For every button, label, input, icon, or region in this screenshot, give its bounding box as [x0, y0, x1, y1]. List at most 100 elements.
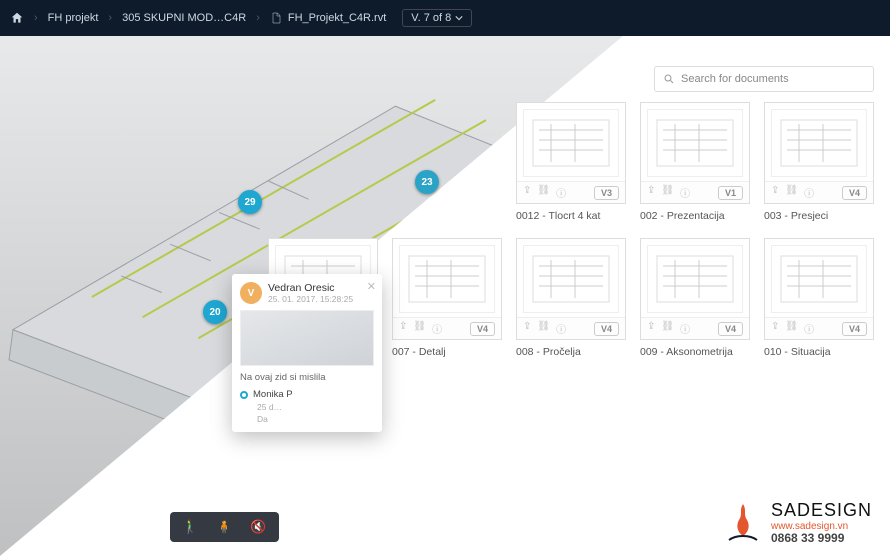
sound-off-icon[interactable]: 🔇 — [250, 519, 266, 535]
version-badge[interactable]: V4 — [470, 322, 495, 336]
thumbnail-preview — [523, 109, 619, 177]
chevron-right-icon: › — [108, 12, 112, 24]
version-selector[interactable]: V. 7 of 8 — [402, 9, 472, 27]
reply-indicator-icon — [240, 391, 248, 399]
comment-author: Vedran Oresic — [268, 282, 353, 294]
document-card[interactable]: ⇪ ⛓ ⓘ V4 008 - Pročelja — [516, 238, 626, 358]
home-icon[interactable] — [10, 11, 24, 25]
document-thumbnail[interactable]: ⇪ ⛓ ⓘ V4 — [392, 238, 502, 340]
reply-text: Da — [257, 414, 268, 424]
document-card[interactable]: ⇪ ⛓ ⓘ V4 007 - Detalj — [392, 238, 502, 358]
document-card[interactable]: ⇪ ⛓ ⓘ V1 002 - Prezentacija — [640, 102, 750, 222]
documents-grid-row: ⇪ ⛓ ⓘ V3 0012 - Tlocrt 4 kat — [300, 102, 874, 222]
document-thumbnail[interactable]: ⇪ ⛓ ⓘ V3 — [516, 102, 626, 204]
breadcrumb: › FH projekt › 305 SKUPNI MOD…C4R › FH_P… — [10, 9, 472, 27]
version-badge[interactable]: V3 — [594, 186, 619, 200]
person-icon[interactable]: 🧍 — [216, 519, 232, 535]
version-badge[interactable]: V4 — [718, 322, 743, 336]
document-card[interactable]: ⇪ ⛓ ⓘ V3 0012 - Tlocrt 4 kat — [516, 102, 626, 222]
thumbnail-action-bar: ⇪ ⛓ ⓘ V4 — [765, 317, 873, 339]
chevron-down-icon — [455, 14, 463, 22]
document-thumbnail[interactable]: ⇪ ⛓ ⓘ V4 — [516, 238, 626, 340]
thumbnail-action-bar: ⇪ ⛓ ⓘ V4 — [393, 317, 501, 339]
link-icon[interactable]: ⛓ — [785, 185, 798, 200]
version-badge[interactable]: V4 — [842, 186, 867, 200]
share-icon[interactable]: ⇪ — [647, 185, 655, 200]
document-card[interactable]: ⇪ ⛓ ⓘ V4 003 - Presjeci — [764, 102, 874, 222]
document-title: 010 - Situacija — [764, 346, 874, 358]
document-thumbnail[interactable]: ⇪ ⛓ ⓘ V4 — [764, 102, 874, 204]
share-icon[interactable]: ⇪ — [647, 321, 655, 336]
document-title: 002 - Prezentacija — [640, 210, 750, 222]
thumbnail-action-bar: ⇪ ⛓ ⓘ V1 — [641, 181, 749, 203]
info-icon[interactable]: ⓘ — [804, 185, 814, 200]
search-input[interactable]: Search for documents — [654, 66, 874, 92]
thumbnail-preview — [771, 245, 867, 313]
share-icon[interactable]: ⇪ — [771, 321, 779, 336]
version-label: V. 7 of 8 — [411, 12, 451, 24]
avatar: V — [240, 282, 262, 304]
breadcrumb-item[interactable]: FH projekt — [48, 12, 99, 24]
viewer-toolbar: 🚶‍♂️ 🧍 🔇 — [170, 512, 279, 542]
info-icon[interactable]: ⓘ — [556, 185, 566, 200]
document-title: 007 - Detalj — [392, 346, 502, 358]
info-icon[interactable]: ⓘ — [680, 185, 690, 200]
info-icon[interactable]: ⓘ — [556, 321, 566, 336]
info-icon[interactable]: ⓘ — [804, 321, 814, 336]
document-card[interactable]: ⇪ ⛓ ⓘ V4 009 - Aksonometrija — [640, 238, 750, 358]
link-icon[interactable]: ⛓ — [785, 321, 798, 336]
search-icon — [663, 73, 675, 85]
link-icon[interactable]: ⛓ — [413, 321, 426, 336]
thumbnail-preview — [647, 245, 743, 313]
thumbnail-action-bar: ⇪ ⛓ ⓘ V3 — [517, 181, 625, 203]
comment-timestamp: 25. 01. 2017. 15:28:25 — [268, 294, 353, 304]
chevron-right-icon: › — [256, 12, 260, 24]
document-thumbnail[interactable]: ⇪ ⛓ ⓘ V4 — [640, 238, 750, 340]
search-placeholder: Search for documents — [681, 73, 789, 85]
document-title: 0012 - Tlocrt 4 kat — [516, 210, 626, 222]
document-thumbnail[interactable]: ⇪ ⛓ ⓘ V4 — [764, 238, 874, 340]
version-badge[interactable]: V1 — [718, 186, 743, 200]
comment-snapshot[interactable] — [240, 310, 374, 366]
thumbnail-action-bar: ⇪ ⛓ ⓘ V4 — [517, 317, 625, 339]
version-badge[interactable]: V4 — [842, 322, 867, 336]
walk-icon[interactable]: 🚶‍♂️ — [182, 519, 198, 535]
share-icon[interactable]: ⇪ — [771, 185, 779, 200]
document-title: 003 - Presjeci — [764, 210, 874, 222]
share-icon[interactable]: ⇪ — [523, 321, 531, 336]
document-thumbnail[interactable]: ⇪ ⛓ ⓘ V1 — [640, 102, 750, 204]
info-icon[interactable]: ⓘ — [432, 321, 442, 336]
issue-marker[interactable]: 29 — [238, 190, 262, 214]
documents-grid-row: ⇪ ⛓ ⓘ V4 …elja var. 2 — [300, 238, 874, 358]
link-icon[interactable]: ⛓ — [661, 321, 674, 336]
chevron-right-icon: › — [34, 12, 38, 24]
info-icon[interactable]: ⓘ — [680, 321, 690, 336]
brand-phone: 0868 33 9999 — [771, 532, 872, 545]
breadcrumb-item[interactable]: 305 SKUPNI MOD…C4R — [122, 12, 246, 24]
top-bar: › FH projekt › 305 SKUPNI MOD…C4R › FH_P… — [0, 0, 890, 36]
comment-message: Na ovaj zid si mislila — [240, 372, 374, 383]
breadcrumb-item[interactable]: FH_Projekt_C4R.rvt — [288, 12, 386, 24]
link-icon[interactable]: ⛓ — [661, 185, 674, 200]
document-title: 008 - Pročelja — [516, 346, 626, 358]
comment-popover: ✕ V Vedran Oresic 25. 01. 2017. 15:28:25… — [232, 274, 382, 432]
version-badge[interactable]: V4 — [594, 322, 619, 336]
comment-reply[interactable]: Monika P — [240, 389, 374, 400]
issue-marker[interactable]: 20 — [203, 300, 227, 324]
watermark-logo: SADESIGN www.sadesign.vn 0868 33 9999 — [723, 500, 872, 546]
file-icon — [270, 11, 282, 25]
share-icon[interactable]: ⇪ — [523, 185, 531, 200]
thumbnail-preview — [523, 245, 619, 313]
thumbnail-preview — [647, 109, 743, 177]
reply-timestamp: 25 d… — [257, 402, 282, 412]
thumbnail-action-bar: ⇪ ⛓ ⓘ V4 — [641, 317, 749, 339]
link-icon[interactable]: ⛓ — [537, 321, 550, 336]
flame-icon — [723, 500, 763, 546]
document-card[interactable]: ⇪ ⛓ ⓘ V4 010 - Situacija — [764, 238, 874, 358]
close-icon[interactable]: ✕ — [367, 280, 376, 293]
reply-author: Monika P — [253, 389, 293, 400]
thumbnail-preview — [771, 109, 867, 177]
link-icon[interactable]: ⛓ — [537, 185, 550, 200]
share-icon[interactable]: ⇪ — [399, 321, 407, 336]
document-title: 009 - Aksonometrija — [640, 346, 750, 358]
